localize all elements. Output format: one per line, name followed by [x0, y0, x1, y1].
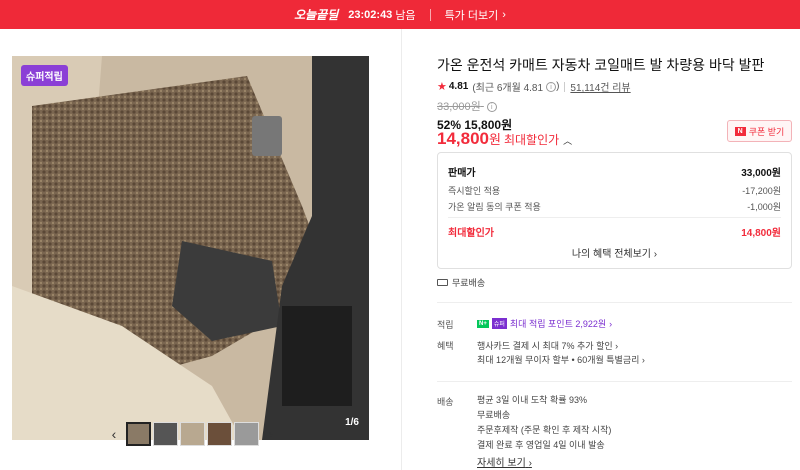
coupon-icon: N — [734, 126, 746, 136]
review-count-link[interactable]: 51,114건 리뷰 — [570, 79, 630, 94]
coupon-detail-row: 가온 알림 동의 쿠폰 적용 -1,000원 — [448, 198, 781, 214]
points-link[interactable]: N+ 슈퍼 최대 적립 포인트 2,922원 › — [477, 317, 612, 330]
original-price-row: 33,000원 i — [437, 98, 497, 114]
max-discount-label: 최대할인가 — [448, 227, 494, 239]
discount-detail-row: 즉시할인 적용 -17,200원 — [448, 182, 781, 198]
installment-link[interactable]: 최대 12개월 무이자 할부 • 60개월 특별금리 › — [477, 353, 645, 366]
deal-banner: 오늘끝딜 23:02:43 남음 특가 더보기 › — [0, 0, 800, 29]
npay-icon: N+ — [477, 319, 489, 328]
product-info: 가온 운전석 카매트 자동차 코일매트 발 차량용 바닥 발판 ★ 4.81 (… — [437, 29, 792, 470]
chevron-right-icon: › — [653, 249, 658, 260]
sale-price-label: 판매가 — [448, 167, 476, 179]
chevron-up-icon: ︿ — [563, 136, 573, 146]
best-price: 14,800 — [437, 129, 489, 148]
truck-icon — [437, 279, 448, 286]
free-shipping-row: 무료배송 — [437, 276, 485, 289]
chevron-right-icon: › — [502, 8, 506, 21]
delivery-line: 주문후제작 (주문 확인 후 제작 시작) — [477, 425, 612, 435]
delivery-line: 무료배송 — [477, 410, 511, 420]
divider — [437, 302, 792, 303]
deal-timer: 23:02:43 — [348, 8, 393, 21]
coupon-detail-value: -1,000원 — [747, 201, 781, 212]
price-breakdown-box: 판매가 33,000원 즉시할인 적용 -17,200원 가온 알림 동의 쿠폰… — [437, 152, 792, 269]
star-icon: ★ — [437, 81, 447, 93]
delivery-detail-link[interactable]: 자세히 보기 › — [477, 454, 532, 469]
thumbnail-1[interactable] — [126, 422, 151, 446]
thumbnail-4[interactable] — [207, 422, 232, 446]
divider — [564, 81, 566, 92]
all-benefits-label: 나의 혜택 전체보기 — [571, 249, 652, 260]
more-deals-link[interactable]: 특가 더보기 › — [445, 7, 506, 23]
card-benefit-text: 행사카드 결제 시 최대 7% 추가 할인 — [477, 341, 613, 351]
membership-icon: 슈퍼 — [491, 318, 507, 329]
info-icon[interactable]: i — [486, 102, 497, 113]
benefit-label: 혜택 — [437, 341, 454, 351]
chevron-right-icon: › — [641, 355, 645, 365]
card-benefit-link[interactable]: 행사카드 결제 시 최대 7% 추가 할인 › — [477, 339, 618, 352]
thumbnail-5[interactable] — [234, 422, 259, 446]
deal-brand-logo: 오늘끝딜 — [294, 8, 339, 22]
rating-value: 4.81 — [448, 81, 469, 92]
original-price: 33,000원 — [437, 101, 481, 113]
delivery-line: 평균 3일 이내 도착 확률 93% — [477, 395, 588, 405]
best-price-currency: 원 — [489, 132, 501, 147]
chevron-right-icon: › — [615, 341, 619, 351]
more-deals-label: 특가 더보기 — [444, 9, 499, 22]
divider — [437, 381, 792, 382]
best-price-label: 최대할인가 — [503, 133, 560, 147]
coupon-button[interactable]: N 쿠폰 받기 — [727, 120, 792, 142]
info-icon[interactable]: i — [546, 81, 557, 92]
points-text: 최대 적립 포인트 2,922원 — [509, 319, 607, 329]
discount-detail-label: 즉시할인 적용 — [448, 185, 501, 196]
thumbnail-2[interactable] — [153, 422, 178, 446]
max-discount-value: 14,800원 — [741, 227, 781, 239]
rating-recent: (최근 6개월 4.81 — [472, 83, 544, 94]
product-title: 가온 운전석 카매트 자동차 코일매트 발 차량용 바닥 발판 — [437, 57, 765, 73]
coupon-button-label: 쿠폰 받기 — [748, 126, 785, 137]
product-main-image[interactable]: 슈퍼적립 1/6 — [12, 56, 369, 440]
thumbnail-strip: ‹ › — [104, 422, 281, 446]
delivery-info: 평균 3일 이내 도착 확률 93% 무료배송 주문후제작 (주문 확인 후 제… — [477, 393, 611, 453]
chevron-right-icon: › — [528, 458, 532, 469]
rating-recent-close: ) — [556, 81, 560, 92]
discount-detail-value: -17,200원 — [742, 185, 781, 196]
points-label: 적립 — [437, 320, 454, 330]
thumbnail-3[interactable] — [180, 422, 205, 446]
delivery-label: 배송 — [437, 397, 454, 407]
chevron-right-icon: › — [609, 318, 613, 329]
image-counter: 1/6 — [345, 417, 359, 428]
delivery-detail-label: 자세히 보기 — [477, 458, 526, 469]
free-shipping-label: 무료배송 — [452, 278, 486, 288]
sale-price-value: 33,000원 — [741, 167, 781, 179]
all-benefits-link[interactable]: 나의 혜택 전체보기 › — [438, 245, 791, 260]
coupon-detail-label: 가온 알림 동의 쿠폰 적용 — [448, 201, 541, 212]
delivery-line: 결제 완료 후 영업일 4일 이내 발송 — [477, 440, 605, 450]
chevron-left-icon[interactable]: ‹ — [104, 426, 124, 442]
max-discount-row: 최대할인가 14,800원 — [448, 223, 781, 239]
rating-row: ★ 4.81 (최근 6개월 4.81 i ) 51,114건 리뷰 — [437, 79, 631, 94]
banner-divider — [429, 8, 431, 21]
best-price-row[interactable]: 14,800 원 최대할인가 ︿ — [437, 129, 572, 149]
deal-timer-suffix: 남음 — [395, 9, 416, 22]
product-gallery: 슈퍼적립 1/6 ‹ › — [0, 29, 402, 470]
car-mat-photo — [12, 56, 369, 440]
divider — [448, 217, 781, 218]
super-points-badge: 슈퍼적립 — [21, 65, 68, 86]
sale-price-row: 판매가 33,000원 — [448, 163, 781, 179]
installment-text: 최대 12개월 무이자 할부 • 60개월 특별금리 — [477, 355, 640, 365]
chevron-right-icon[interactable]: › — [261, 426, 281, 442]
